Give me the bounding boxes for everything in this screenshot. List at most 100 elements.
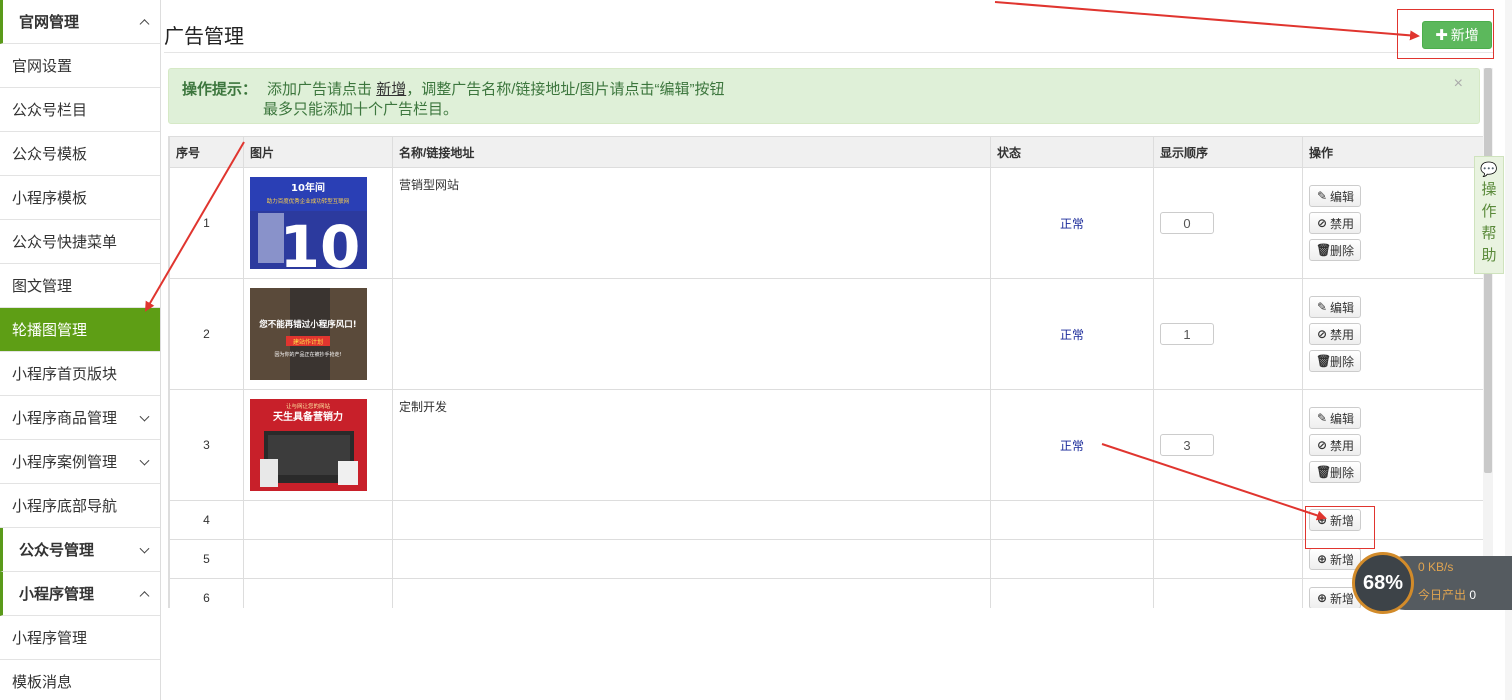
display-order-input[interactable]: 3: [1160, 434, 1214, 456]
display-order-input[interactable]: 1: [1160, 323, 1214, 345]
speed-today-label: 今日产出: [1418, 588, 1467, 602]
delete-button-label: 删除: [1330, 243, 1355, 258]
disable-button[interactable]: ⊘ 禁用: [1309, 434, 1361, 456]
column-header-display-order: 显示顺序: [1153, 136, 1303, 168]
table-row: 4 ⊕ 新增: [169, 500, 1483, 540]
pencil-icon: ✎: [1316, 300, 1328, 314]
row-order-cell: [1153, 539, 1303, 579]
row-name: [392, 539, 991, 579]
row-name: 营销型网站: [392, 167, 991, 279]
delete-button[interactable]: 🗑 删除: [1309, 461, 1361, 483]
speed-percent: 68%: [1352, 552, 1414, 614]
disable-button-label: 禁用: [1330, 216, 1355, 231]
row-status: [990, 500, 1154, 540]
row-image-cell: [243, 539, 393, 579]
plus-circle-icon: ⊕: [1316, 591, 1328, 605]
page-title: 广告管理: [164, 26, 244, 48]
row-seq: 2: [169, 278, 244, 390]
tip-add-link[interactable]: 新增: [376, 81, 406, 98]
help-char: 助: [1481, 247, 1497, 264]
sidebar-item-website-settings[interactable]: 官网设置: [0, 44, 160, 88]
sidebar-item-carousel-management[interactable]: 轮播图管理: [0, 308, 160, 352]
sidebar-item-wechat-quick-menu[interactable]: 公众号快捷菜单: [0, 220, 160, 264]
sidebar-item-miniapp-bottom-nav[interactable]: 小程序底部导航: [0, 484, 160, 528]
add-row-button-label: 新增: [1330, 552, 1355, 567]
sidebar-item-label: 公众号栏目: [12, 102, 88, 119]
plus-circle-icon: ⊕: [1316, 552, 1328, 566]
annotation-highlight-box: [1305, 506, 1375, 549]
delete-button[interactable]: 🗑 删除: [1309, 350, 1361, 372]
column-header-name-link: 名称/链接地址: [392, 136, 991, 168]
row-name: 定制开发: [392, 389, 991, 501]
row-status: 正常: [990, 278, 1154, 390]
sidebar-item-label: 公众号模板: [12, 146, 88, 163]
row-status: 正常: [990, 167, 1154, 279]
ad-thumbnail-image[interactable]: 让与网让您的网站 天生具备营销力: [250, 399, 367, 491]
close-icon[interactable]: ×: [1454, 75, 1463, 93]
help-char: 帮: [1481, 225, 1497, 242]
edit-button[interactable]: ✎ 编辑: [1309, 407, 1361, 429]
edit-button[interactable]: ✎ 编辑: [1309, 185, 1361, 207]
row-image-cell: [243, 578, 393, 608]
row-seq: 3: [169, 389, 244, 501]
pencil-icon: ✎: [1316, 411, 1328, 425]
sidebar-group-miniapp[interactable]: 小程序管理: [0, 572, 160, 616]
thumb-text: 建站作计划: [293, 338, 323, 346]
edit-button[interactable]: ✎ 编辑: [1309, 296, 1361, 318]
thumb-text: 天生具备营销力: [273, 410, 343, 423]
row-status: [990, 578, 1154, 608]
thumb-text: 因为你的产品正在被抄手抢走!: [274, 351, 341, 358]
sidebar-item-miniapp-products[interactable]: 小程序商品管理: [0, 396, 160, 440]
row-order-cell: 0: [1153, 167, 1303, 279]
chevron-up-icon: [139, 18, 150, 29]
sidebar-item-wechat-templates[interactable]: 公众号模板: [0, 132, 160, 176]
row-image-cell: 10年间 助力百度优秀企业成功转型互联网 10: [243, 167, 393, 279]
chevron-up-icon: [139, 590, 150, 601]
sidebar-item-label: 图文管理: [12, 278, 73, 295]
row-actions-cell: ✎ 编辑 ⊘ 禁用 🗑 删除: [1302, 389, 1483, 501]
sidebar-item-article-management[interactable]: 图文管理: [0, 264, 160, 308]
row-order-cell: [1153, 500, 1303, 540]
sidebar-group-website[interactable]: 官网管理: [0, 0, 160, 44]
display-order-input[interactable]: 0: [1160, 212, 1214, 234]
row-name: [392, 500, 991, 540]
disable-button[interactable]: ⊘ 禁用: [1309, 212, 1361, 234]
row-name: [392, 278, 991, 390]
edit-button-label: 编辑: [1330, 300, 1355, 315]
row-seq: 4: [169, 500, 244, 540]
speed-today: 今日产出 0: [1418, 586, 1476, 603]
ban-icon: ⊘: [1316, 216, 1328, 230]
row-actions-cell: ✎ 编辑 ⊘ 禁用 🗑 删除: [1302, 167, 1483, 279]
column-header-status: 状态: [990, 136, 1154, 168]
sidebar-item-label: 小程序首页版块: [12, 366, 118, 383]
sidebar-item-miniapp-templates[interactable]: 小程序模板: [0, 176, 160, 220]
thumb-text: 10: [280, 213, 361, 269]
sidebar-item-label: 公众号快捷菜单: [12, 234, 118, 251]
row-actions-cell: ✎ 编辑 ⊘ 禁用 🗑 删除: [1302, 278, 1483, 390]
divider: [164, 52, 1494, 53]
edit-button-label: 编辑: [1330, 411, 1355, 426]
operation-help-tab[interactable]: 💬 操 作 帮 助: [1474, 156, 1504, 274]
sidebar-group-wechat[interactable]: 公众号管理: [0, 528, 160, 572]
chevron-down-icon: [139, 543, 150, 554]
sidebar-item-template-messages[interactable]: 模板消息: [0, 660, 160, 700]
sidebar-item-label: 小程序管理: [19, 586, 95, 603]
sidebar-item-miniapp-management[interactable]: 小程序管理: [0, 616, 160, 660]
sidebar-item-miniapp-cases[interactable]: 小程序案例管理: [0, 440, 160, 484]
thumb-text: 您不能再错过小程序风口!: [259, 319, 356, 330]
delete-button[interactable]: 🗑 删除: [1309, 239, 1361, 261]
disable-button-label: 禁用: [1330, 438, 1355, 453]
row-status: 正常: [990, 389, 1154, 501]
sidebar-item-miniapp-home-blocks[interactable]: 小程序首页版块: [0, 352, 160, 396]
disable-button[interactable]: ⊘ 禁用: [1309, 323, 1361, 345]
sidebar-item-wechat-columns[interactable]: 公众号栏目: [0, 88, 160, 132]
tip-text: 添加广告请点击: [267, 81, 373, 98]
ban-icon: ⊘: [1316, 438, 1328, 452]
ad-thumbnail-image[interactable]: 您不能再错过小程序风口! 建站作计划 因为你的产品正在被抄手抢走!: [250, 288, 367, 380]
help-char: 作: [1481, 203, 1497, 220]
ad-thumbnail-image[interactable]: 10年间 助力百度优秀企业成功转型互联网 10: [250, 177, 367, 269]
network-speed-widget[interactable]: 68% 0 KB/s 今日产出 0: [1352, 552, 1512, 614]
column-header-actions: 操作: [1302, 136, 1483, 168]
pencil-icon: ✎: [1316, 189, 1328, 203]
sidebar-item-label: 小程序商品管理: [12, 410, 118, 427]
